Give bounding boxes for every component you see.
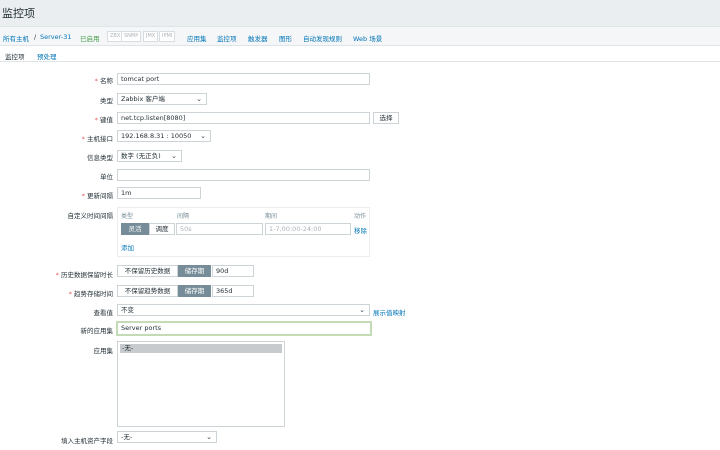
header-action: 动作: [354, 213, 367, 220]
name-field[interactable]: tomcat port: [117, 73, 370, 85]
trends-do-not-keep-toggle[interactable]: 不保留趋势数据: [117, 285, 178, 297]
form-tabs: 监控项 预处理: [0, 46, 720, 65]
breadcrumb-host[interactable]: Server-31: [40, 33, 72, 41]
chevron-down-icon: ⌄: [200, 132, 206, 140]
info-type-select[interactable]: 数字 (无正负) ⌄: [117, 150, 182, 162]
chevron-down-icon: ⌄: [171, 152, 177, 160]
nav-items[interactable]: 监控项: [217, 33, 237, 43]
nav-applications[interactable]: 应用集: [187, 33, 207, 43]
name-label: * 名称: [94, 77, 113, 85]
key-label: * 键值: [94, 116, 113, 124]
type-select[interactable]: Zabbix 客户端 ⌄: [117, 93, 207, 105]
trends-storage-period-toggle[interactable]: 储存期: [178, 285, 211, 297]
tab-preprocessing[interactable]: 预处理: [37, 51, 57, 61]
interface-select[interactable]: 192.168.8.31 : 10050 ⌄: [117, 130, 211, 142]
new-application-field[interactable]: Server ports: [116, 321, 372, 336]
history-do-not-keep-toggle[interactable]: 不保留历史数据: [117, 265, 178, 277]
custom-intervals-table: 类型 间隔 期间 动作 灵活 调度 50s 1-7,00:00-24:00 移除…: [117, 207, 370, 257]
history-label: * 历史数据保留时长: [55, 271, 113, 279]
inventory-select[interactable]: -无- ⌄: [117, 431, 217, 443]
type-label: 类型: [100, 97, 113, 105]
interval-delay-field[interactable]: 50s: [176, 223, 263, 235]
select-key-button[interactable]: 选择: [373, 112, 399, 124]
interval-period-field[interactable]: 1-7,00:00-24:00: [265, 223, 351, 235]
nav-graphs[interactable]: 图形: [279, 33, 292, 43]
page-title: 监控项: [2, 7, 35, 20]
update-interval-label: * 更新间隔: [81, 192, 113, 200]
header-type: 类型: [121, 213, 134, 220]
host-navigation-bar: 所有主机 / Server-31 已启用 ZBX SNMP JMX IPMI 应…: [0, 26, 720, 46]
availability-tag-snmp: SNMP: [121, 31, 142, 42]
history-storage-period-toggle[interactable]: 储存期: [178, 265, 211, 277]
show-value-mappings-link[interactable]: 展示值映射: [373, 307, 406, 317]
trends-label: * 趋势存储时间: [68, 290, 113, 298]
valuemap-label: 查看值: [93, 309, 114, 317]
chevron-down-icon: ⌄: [206, 433, 212, 441]
custom-intervals-label: 自定义时间间隔: [67, 212, 114, 220]
interval-type-flexible-toggle[interactable]: 灵活: [121, 223, 149, 235]
update-interval-field[interactable]: 1m: [117, 187, 201, 199]
host-status-enabled[interactable]: 已启用: [80, 33, 100, 43]
valuemap-select[interactable]: 不变 ⌄: [117, 304, 370, 316]
header-period: 期间: [265, 213, 278, 220]
nav-discovery-rules[interactable]: 自动发现规则: [303, 33, 342, 43]
applications-label: 应用集: [93, 347, 114, 355]
availability-tag-jmx: JMX: [143, 31, 159, 42]
units-label: 单位: [100, 173, 113, 181]
nav-triggers[interactable]: 触发器: [248, 33, 268, 43]
breadcrumb-separator: /: [34, 33, 37, 41]
chevron-down-icon: ⌄: [196, 95, 202, 103]
inventory-label: 填入主机资产字段: [61, 437, 113, 445]
trends-period-field[interactable]: 365d: [212, 285, 254, 297]
add-interval-link[interactable]: 添加: [121, 242, 134, 252]
availability-tag-ipmi: IPMI: [159, 31, 176, 42]
application-option-none[interactable]: -无-: [120, 344, 282, 353]
header-interval: 间隔: [177, 213, 190, 220]
item-form: * 名称 tomcat port 类型 Zabbix 客户端 ⌄ * 键值 net…: [0, 62, 720, 450]
info-type-label: 信息类型: [87, 154, 113, 162]
applications-listbox[interactable]: -无-: [117, 341, 285, 427]
history-period-field[interactable]: 90d: [212, 265, 254, 277]
chevron-down-icon: ⌄: [359, 306, 365, 314]
nav-web-scenarios[interactable]: Web 场景: [353, 33, 382, 43]
interface-label: * 主机接口: [81, 135, 113, 143]
interval-type-scheduling-toggle[interactable]: 调度: [149, 223, 175, 235]
units-field[interactable]: [117, 169, 370, 181]
key-field[interactable]: net.tcp.listen[8080]: [117, 112, 370, 124]
breadcrumb-all-hosts[interactable]: 所有主机: [3, 33, 29, 43]
new-application-label: 新的应用集: [80, 327, 114, 335]
remove-interval-link[interactable]: 移除: [354, 225, 367, 235]
